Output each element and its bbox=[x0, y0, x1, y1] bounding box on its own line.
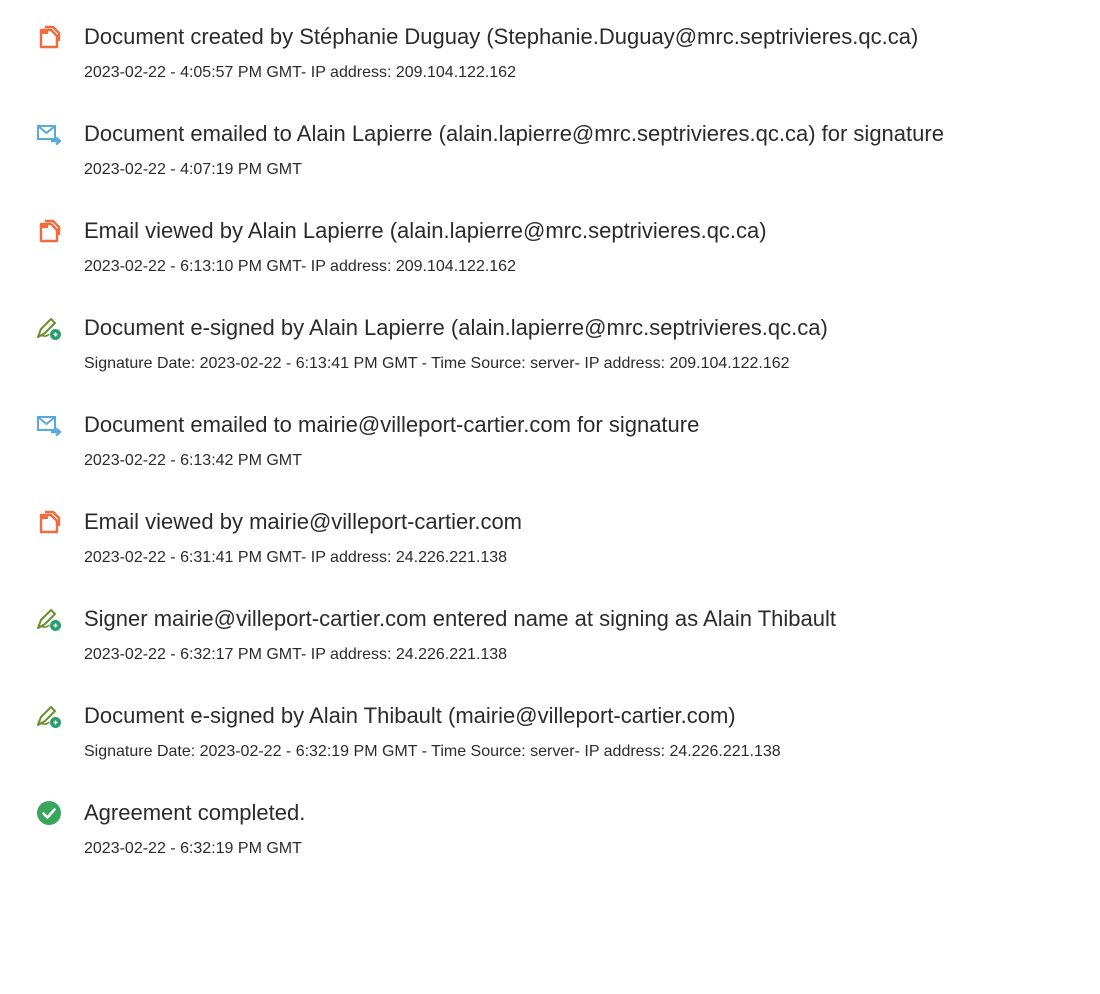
event-title: Signer mairie@villeport-cartier.com ente… bbox=[84, 606, 836, 631]
event-detail: 2023-02-22 - 6:32:19 PM GMT bbox=[84, 840, 302, 857]
event-detail: Signature Date: 2023-02-22 - 6:13:41 PM … bbox=[84, 355, 790, 372]
email-sent-icon bbox=[36, 412, 62, 438]
email-sent-icon bbox=[36, 121, 62, 147]
event-detail: 2023-02-22 - 4:07:19 PM GMT bbox=[84, 161, 302, 178]
event-detail: 2023-02-22 - 6:32:17 PM GMT- IP address:… bbox=[84, 646, 508, 663]
event-detail: 2023-02-22 - 6:13:42 PM GMT bbox=[84, 452, 302, 469]
pen-sign-icon bbox=[36, 315, 62, 341]
event-detail: 2023-02-22 - 6:13:10 PM GMT- IP address:… bbox=[84, 258, 516, 275]
pen-sign-icon bbox=[36, 703, 62, 729]
document-viewed-icon bbox=[36, 218, 62, 244]
event-title: Document e-signed by Alain Lapierre (ala… bbox=[84, 315, 828, 340]
document-created-icon bbox=[36, 24, 62, 50]
event-detail: 2023-02-22 - 6:31:41 PM GMT- IP address:… bbox=[84, 549, 508, 566]
event-title: Document created by Stéphanie Duguay (St… bbox=[84, 24, 919, 49]
event-title: Agreement completed. bbox=[84, 800, 306, 825]
event-title: Email viewed by Alain Lapierre (alain.la… bbox=[84, 218, 767, 243]
event-title: Document emailed to mairie@villeport-car… bbox=[84, 412, 700, 437]
event-title: Document emailed to Alain Lapierre (alai… bbox=[84, 121, 944, 146]
document-viewed-icon bbox=[36, 509, 62, 535]
audit-history-list: Document created by Stéphanie Duguay (St… bbox=[0, 0, 1100, 994]
event-detail: Signature Date: 2023-02-22 - 6:32:19 PM … bbox=[84, 743, 781, 760]
event-detail: 2023-02-22 - 4:05:57 PM GMT- IP address:… bbox=[84, 64, 516, 81]
event-title: Document e-signed by Alain Thibault (mai… bbox=[84, 703, 736, 728]
event-title: Email viewed by mairie@villeport-cartier… bbox=[84, 509, 523, 534]
pen-sign-icon bbox=[36, 606, 62, 632]
check-circle-icon bbox=[36, 800, 62, 826]
